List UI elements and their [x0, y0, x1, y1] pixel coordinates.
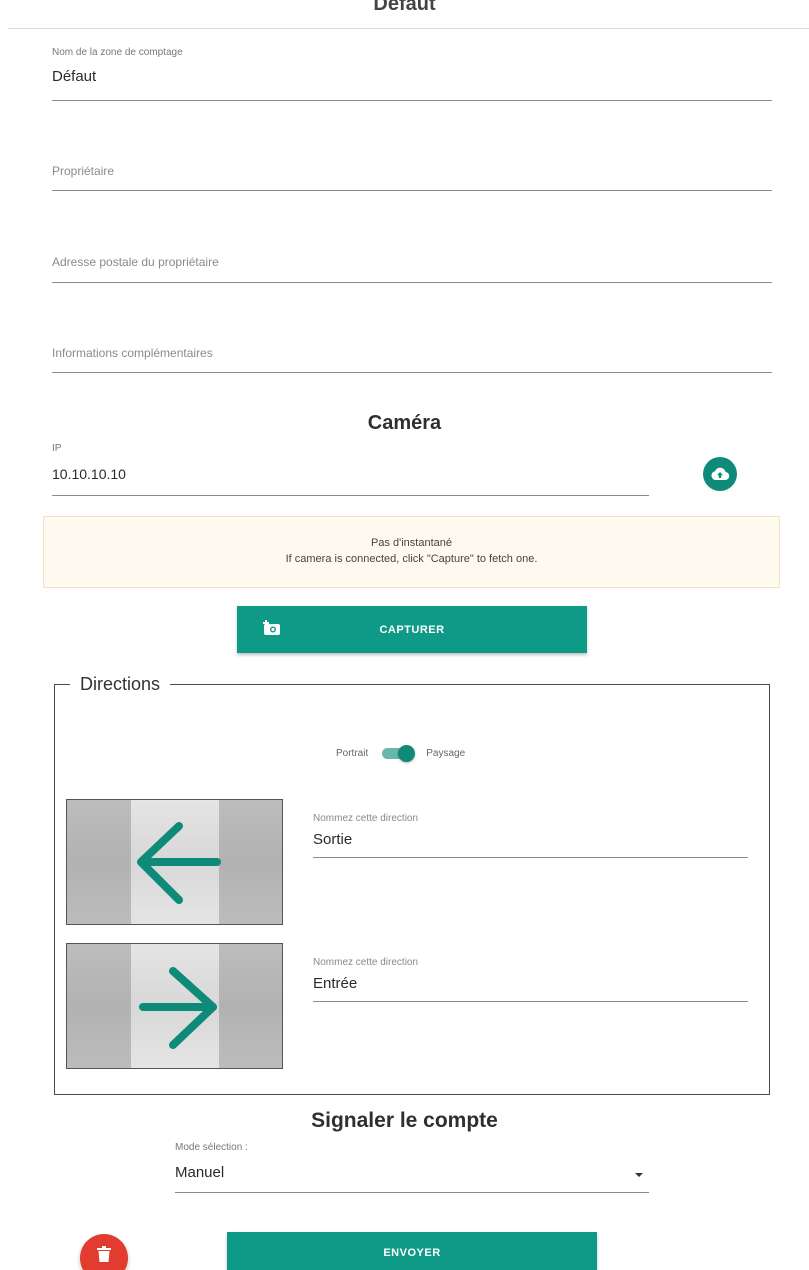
owner-address-placeholder: Adresse postale du propriétaire: [52, 255, 219, 269]
camera-section-title: Caméra: [367, 412, 442, 434]
report-section-title: Signaler le compte: [311, 1109, 498, 1132]
owner-placeholder: Propriétaire: [52, 164, 115, 178]
snapshot-notice: Pas d'instantané If camera is connected,…: [43, 516, 780, 588]
chevron-down-icon: [635, 1173, 643, 1177]
direction-name-value[interactable]: Sortie: [313, 831, 748, 849]
orientation-switch[interactable]: [380, 742, 416, 764]
mode-select[interactable]: Mode sélection : Manuel: [175, 1142, 649, 1193]
page-title-text: Défaut: [373, 0, 435, 10]
arrow-right-icon: [139, 967, 217, 1049]
header-divider: [8, 28, 809, 29]
orientation-toggle-row: Portrait Paysage: [336, 742, 465, 764]
zone-settings-page: Défaut Nom de la zone de comptage Défaut…: [0, 0, 809, 1270]
trash-icon: [97, 1246, 111, 1262]
send-button-label: ENVOYER: [383, 1247, 441, 1259]
direction-name-field-exit[interactable]: Nommez cette direction Sortie: [313, 813, 748, 858]
camera-capture-icon: [263, 620, 280, 635]
cloud-upload-icon: [711, 467, 730, 481]
direction-image-exit[interactable]: [66, 799, 283, 925]
zone-name-field[interactable]: Nom de la zone de comptage Défaut: [52, 47, 772, 101]
orientation-switch-thumb[interactable]: [398, 745, 416, 762]
zone-name-label: Nom de la zone de comptage: [52, 47, 183, 58]
orientation-landscape-label: Paysage: [426, 747, 466, 759]
additional-info-placeholder: Informations complémentaires: [52, 346, 213, 360]
send-button[interactable]: ENVOYER: [227, 1232, 597, 1270]
page-title: Défaut: [0, 0, 809, 10]
direction-name-field-entry[interactable]: Nommez cette direction Entrée: [313, 957, 748, 1002]
snapshot-notice-hint: If camera is connected, click "Capture" …: [285, 553, 538, 565]
camera-ip-value[interactable]: 10.10.10.10: [52, 465, 649, 483]
additional-info-field[interactable]: Informations complémentaires: [52, 346, 772, 373]
capture-button-label: CAPTURER: [379, 623, 445, 636]
delete-button[interactable]: [80, 1234, 128, 1270]
directions-legend: Directions: [70, 673, 171, 695]
owner-address-field[interactable]: Adresse postale du propriétaire: [52, 255, 772, 283]
zone-name-value[interactable]: Défaut: [52, 68, 772, 86]
direction-image-entry[interactable]: [66, 943, 283, 1069]
camera-ip-label: IP: [52, 443, 62, 454]
direction-name-value[interactable]: Entrée: [313, 975, 748, 993]
snapshot-notice-title: Pas d'instantané: [371, 537, 452, 549]
arrow-left-icon: [137, 822, 221, 904]
direction-name-label: Nommez cette direction: [313, 813, 419, 824]
camera-upload-button[interactable]: [703, 457, 737, 491]
capture-button[interactable]: CAPTURER: [237, 606, 587, 653]
owner-field[interactable]: Propriétaire: [52, 164, 772, 191]
orientation-portrait-label: Portrait: [336, 747, 369, 759]
camera-ip-field[interactable]: IP 10.10.10.10: [52, 443, 649, 496]
mode-select-label: Mode sélection :: [175, 1142, 248, 1153]
direction-name-label: Nommez cette direction: [313, 957, 419, 968]
mode-select-value: Manuel: [175, 1164, 225, 1181]
